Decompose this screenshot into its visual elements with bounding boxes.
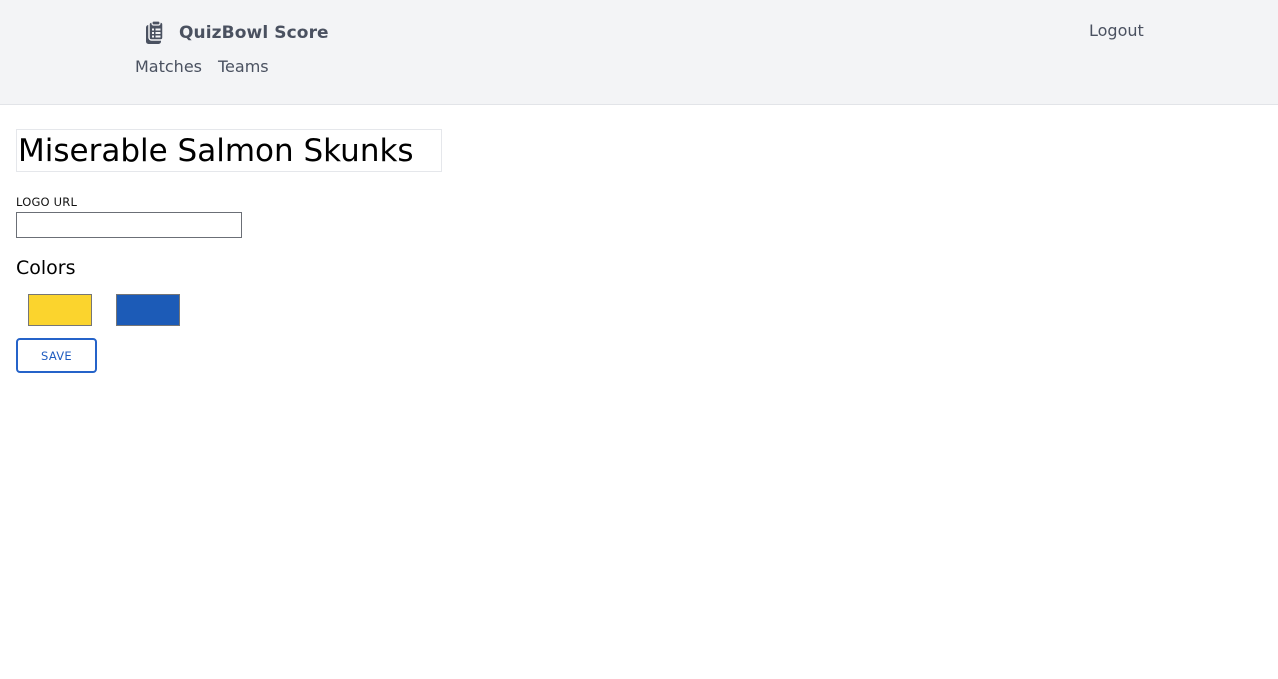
top-navbar: QuizBowl Score Logout Matches Teams	[0, 0, 1278, 105]
nav-link-matches[interactable]: Matches	[135, 57, 202, 76]
primary-color-swatch[interactable]	[28, 294, 92, 326]
save-button[interactable]: SAVE	[16, 338, 97, 373]
brand-title: QuizBowl Score	[179, 23, 329, 43]
colors-heading: Colors	[16, 257, 76, 279]
logo-url-input[interactable]	[16, 212, 242, 238]
team-name-input[interactable]	[16, 129, 442, 172]
logout-link[interactable]: Logout	[1089, 21, 1144, 40]
clipboard-list-icon	[146, 21, 164, 44]
logo-url-label: LOGO URL	[16, 195, 78, 209]
main-nav: Matches Teams	[135, 57, 269, 76]
nav-link-teams[interactable]: Teams	[218, 57, 269, 76]
secondary-color-swatch[interactable]	[116, 294, 180, 326]
brand-link[interactable]: QuizBowl Score	[144, 19, 329, 47]
